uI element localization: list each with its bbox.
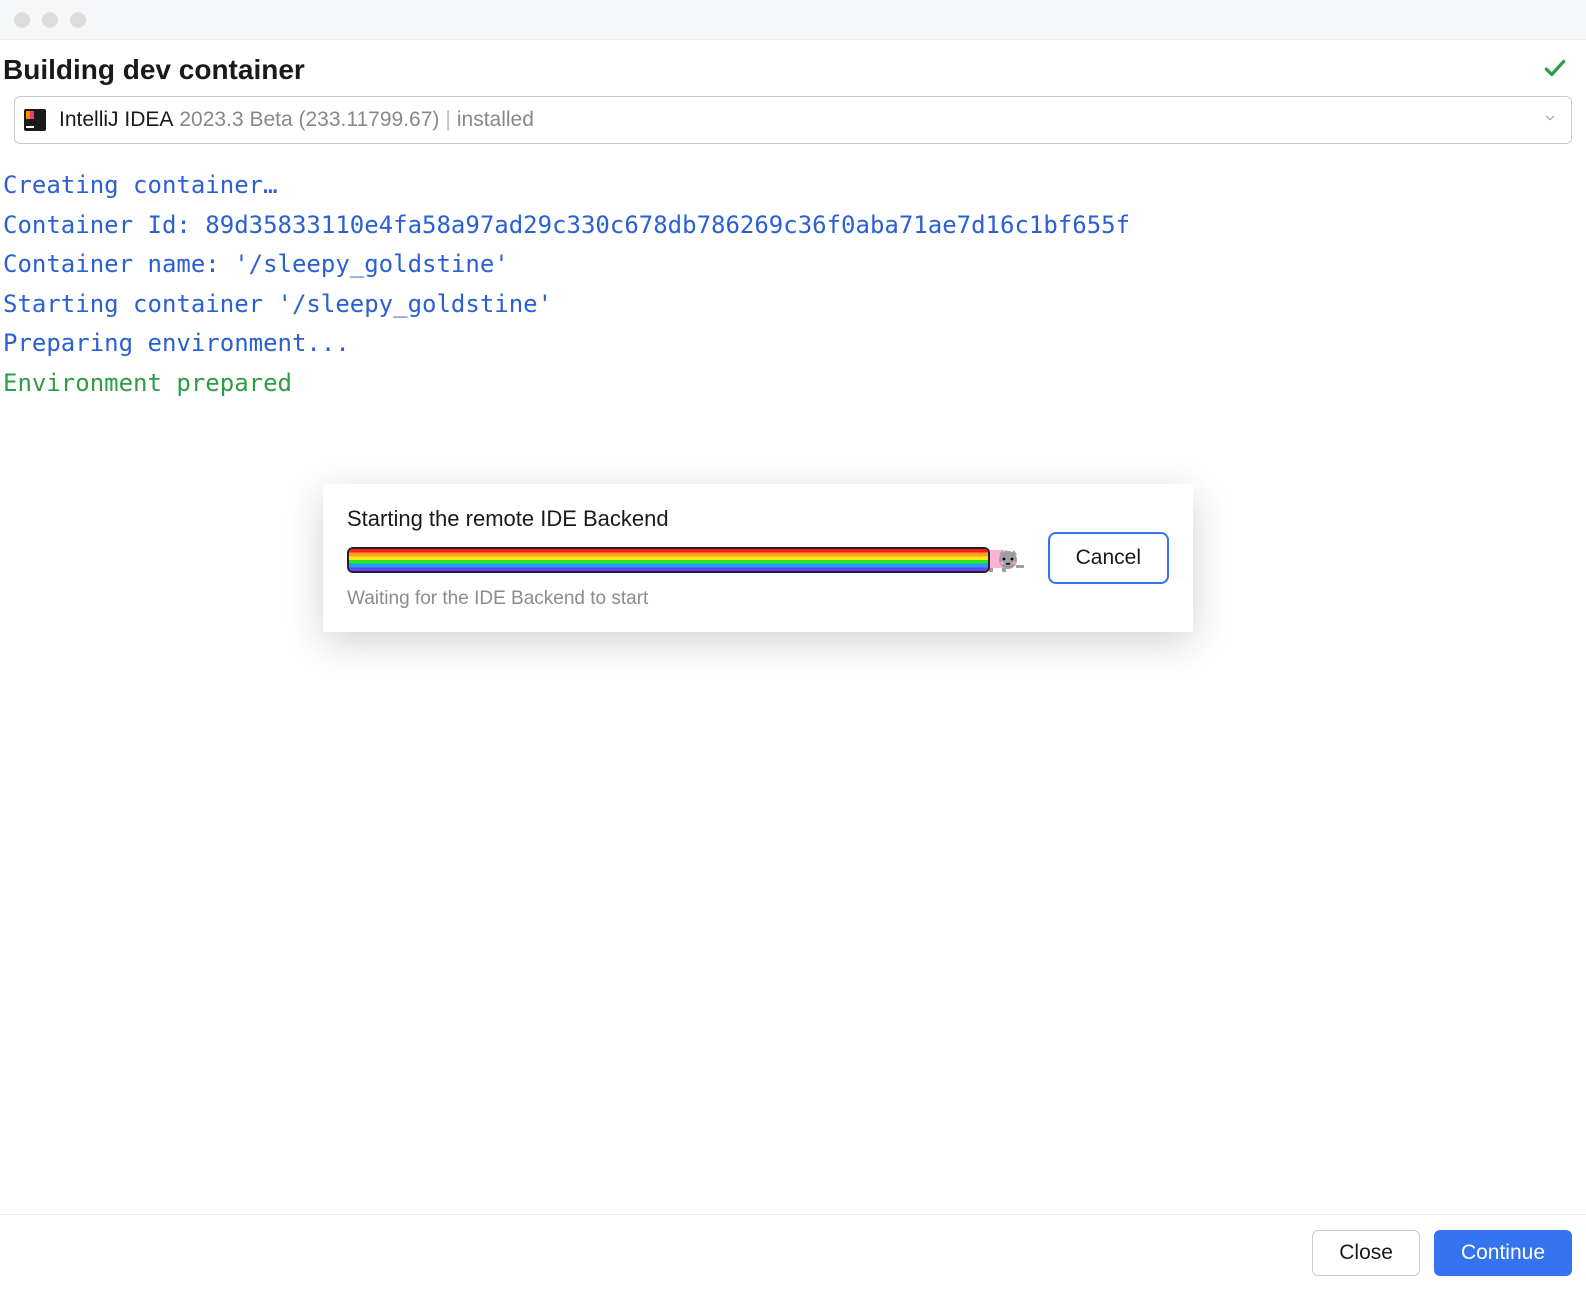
progress-row (347, 546, 1026, 574)
log-line: Container name: '/sleepy_goldstine' (3, 245, 1583, 285)
nyan-cat-icon (984, 546, 1026, 574)
ide-selector-content: IntelliJ IDEA 2023.3 Beta (233.11799.67)… (21, 106, 534, 134)
ide-selector-text: IntelliJ IDEA 2023.3 Beta (233.11799.67)… (59, 108, 534, 132)
ide-selector-dropdown[interactable]: IntelliJ IDEA 2023.3 Beta (233.11799.67)… (14, 96, 1572, 144)
dialog-title: Starting the remote IDE Backend (347, 506, 1026, 532)
separator: | (445, 108, 450, 132)
close-button[interactable]: Close (1312, 1230, 1420, 1276)
success-check-icon (1542, 55, 1568, 86)
log-line: Preparing environment... (3, 324, 1583, 364)
log-line: Container Id: 89d35833110e4fa58a97ad29c3… (3, 206, 1583, 246)
window-zoom-dot[interactable] (70, 12, 86, 28)
cancel-button[interactable]: Cancel (1048, 532, 1169, 584)
log-line: Creating container… (3, 166, 1583, 206)
progress-dialog: Starting the remote IDE Backend (323, 484, 1193, 632)
intellij-idea-icon (21, 106, 49, 134)
page-header: Building dev container (0, 40, 1586, 96)
log-line: Starting container '/sleepy_goldstine' (3, 285, 1583, 325)
ide-status: installed (457, 108, 534, 132)
page-title: Building dev container (3, 54, 305, 86)
window-minimize-dot[interactable] (42, 12, 58, 28)
window-close-dot[interactable] (14, 12, 30, 28)
progress-fill (349, 549, 988, 571)
ide-name: IntelliJ IDEA (59, 108, 173, 132)
continue-button[interactable]: Continue (1434, 1230, 1572, 1276)
build-log: Creating container…Container Id: 89d3583… (0, 160, 1586, 410)
dialog-subtitle: Waiting for the IDE Backend to start (347, 588, 1026, 610)
window-titlebar (0, 0, 1586, 40)
footer-bar: Close Continue (0, 1214, 1586, 1290)
ide-version: 2023.3 Beta (233.11799.67) (179, 108, 439, 132)
nyan-progress-bar (347, 547, 990, 573)
log-line: Environment prepared (3, 364, 1583, 404)
chevron-down-icon (1543, 111, 1557, 130)
